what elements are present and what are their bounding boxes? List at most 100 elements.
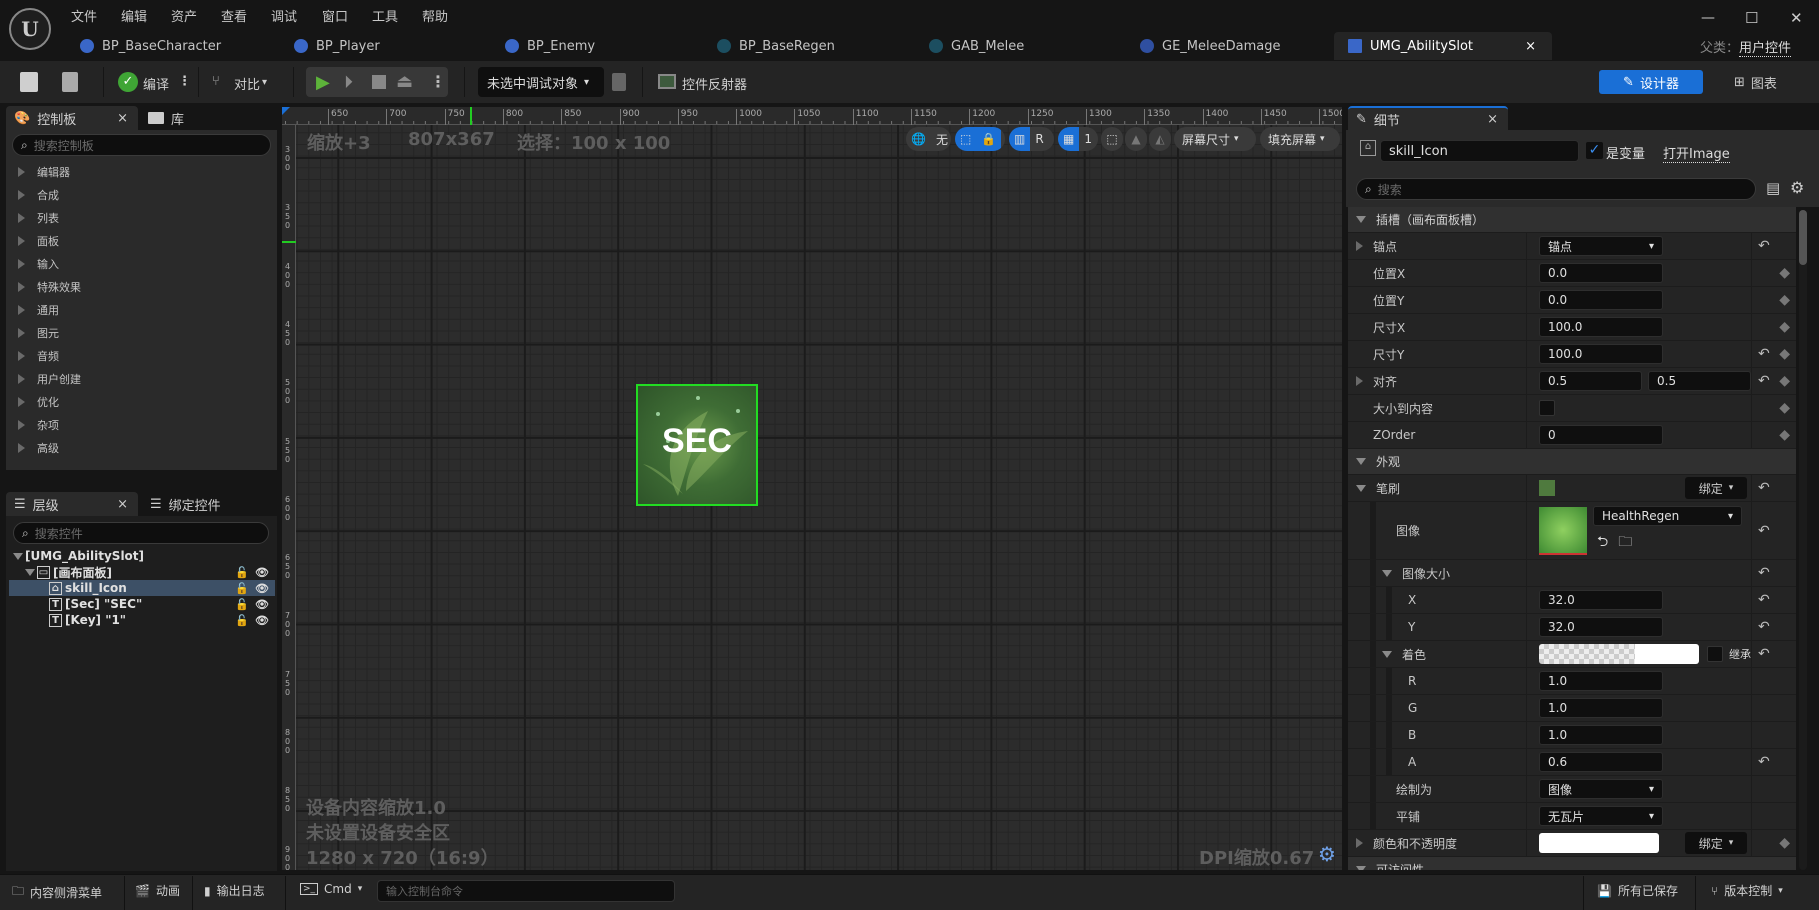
property-dropdown[interactable]: 无瓦片 ▾ — [1539, 806, 1663, 826]
image-view-button[interactable]: ▲ — [1125, 127, 1147, 151]
close-hierarchy-icon[interactable]: × — [117, 497, 128, 512]
hierarchy-row[interactable]: T [Sec] "SEC" 🔓 👁 — [9, 596, 275, 612]
eye-icon[interactable]: 👁 — [255, 614, 269, 627]
inherit-checkbox[interactable] — [1707, 646, 1723, 662]
console-command-input[interactable]: 输入控制台命令 — [377, 880, 675, 902]
property-input[interactable]: 0.0 — [1539, 263, 1663, 283]
color-opacity-swatch[interactable] — [1539, 833, 1659, 853]
keyframe-bind-icon[interactable]: ◆ — [1779, 373, 1790, 389]
eye-icon[interactable]: 👁 — [255, 582, 269, 595]
collapse-arrow-icon[interactable] — [1382, 650, 1392, 658]
binding-dropdown[interactable]: 绑定 ▾ — [1685, 477, 1747, 499]
keyframe-bind-icon[interactable]: ◆ — [1779, 292, 1790, 308]
step-icon[interactable]: ⏵ — [344, 72, 353, 93]
tab-bp_enemy[interactable]: BP_Enemy — [505, 32, 595, 60]
keyframe-bind-icon[interactable]: ◆ — [1779, 835, 1790, 851]
screen-size-dropdown[interactable]: 屏幕尺寸 ▾ — [1174, 127, 1256, 151]
hierarchy-row[interactable]: ▭ [画布面板] 🔓 👁 — [9, 564, 275, 580]
stop-icon[interactable] — [372, 75, 386, 89]
palette-category[interactable]: 图元 — [6, 321, 277, 344]
hierarchy-row[interactable]: ⌂ skill_Icon 🔓 👁 — [9, 580, 275, 596]
menu-edit[interactable]: 编辑 — [121, 6, 147, 25]
size-to-content-checkbox[interactable] — [1539, 400, 1555, 416]
reset-to-default-icon[interactable]: ↶ — [1758, 592, 1770, 608]
animation-button[interactable]: 🎬 动画 — [135, 882, 180, 899]
use-selected-asset-icon[interactable]: ⮌ — [1597, 531, 1608, 555]
lock-icon[interactable]: 🔓 — [235, 614, 249, 627]
maximize-button[interactable]: ☐ — [1745, 9, 1758, 27]
reset-to-default-icon[interactable]: ↶ — [1758, 346, 1770, 362]
compile-check-icon[interactable]: ✓ — [118, 72, 138, 92]
tab-bp_basecharacter[interactable]: BP_BaseCharacter — [80, 32, 221, 60]
skill-icon-widget[interactable]: SEC — [636, 384, 758, 506]
reset-to-default-icon[interactable]: ↶ — [1758, 619, 1770, 635]
palette-category[interactable]: 杂项 — [6, 413, 277, 436]
eye-icon[interactable]: 👁 — [255, 566, 269, 579]
property-input[interactable]: 0.5 — [1648, 371, 1751, 391]
expand-arrow-icon[interactable] — [1356, 838, 1363, 848]
palette-category[interactable]: 输入 — [6, 252, 277, 275]
diff-button[interactable]: 对比 — [234, 74, 260, 93]
keyframe-bind-icon[interactable]: ◆ — [1779, 265, 1790, 281]
eject-icon[interactable]: ⏏ — [396, 71, 413, 92]
reset-to-default-icon[interactable]: ↶ — [1758, 238, 1770, 254]
cmd-dropdown[interactable]: >_ Cmd ▾ — [300, 882, 362, 896]
menu-window[interactable]: 窗口 — [322, 6, 348, 25]
expand-arrow-icon[interactable] — [1356, 376, 1363, 386]
property-input[interactable]: 32.0 — [1539, 590, 1663, 610]
settings-gear-icon[interactable]: ⚙ — [1790, 178, 1804, 197]
lock-icon[interactable]: 🔓 — [235, 598, 249, 611]
collapse-arrow-icon[interactable] — [13, 552, 23, 560]
flip-button[interactable]: ◭ — [1149, 127, 1171, 151]
property-input[interactable]: 0.6 — [1539, 752, 1663, 772]
palette-category[interactable]: 特殊效果 — [6, 275, 277, 298]
dpi-settings-gear-icon[interactable]: ⚙ — [1318, 842, 1336, 866]
graph-button[interactable]: ⊞ 图表 — [1734, 70, 1777, 94]
property-input[interactable]: 1.0 — [1539, 725, 1663, 745]
property-input[interactable]: 1.0 — [1539, 698, 1663, 718]
scrollbar-thumb[interactable] — [1799, 210, 1807, 265]
keyframe-bind-icon[interactable]: ◆ — [1779, 427, 1790, 443]
save-icon[interactable] — [20, 72, 38, 92]
keyframe-bind-icon[interactable]: ◆ — [1779, 319, 1790, 335]
source-control-button[interactable]: ⑂ 版本控制 ▾ — [1711, 882, 1783, 899]
palette-category[interactable]: 面板 — [6, 229, 277, 252]
close-window-button[interactable]: ✕ — [1790, 9, 1803, 27]
menu-asset[interactable]: 资产 — [171, 6, 197, 25]
property-input[interactable]: 0.5 — [1539, 371, 1642, 391]
reset-to-default-icon[interactable]: ↶ — [1758, 565, 1770, 581]
menu-view[interactable]: 查看 — [221, 6, 247, 25]
open-image-link[interactable]: 打开Image — [1663, 143, 1730, 163]
menu-tools[interactable]: 工具 — [372, 6, 398, 25]
reset-to-default-icon[interactable]: ↶ — [1758, 373, 1770, 389]
property-input[interactable]: 0 — [1539, 425, 1663, 445]
palette-category[interactable]: 列表 — [6, 206, 277, 229]
fill-screen-dropdown[interactable]: 填充屏幕 ▾ — [1260, 127, 1340, 151]
palette-category[interactable]: 通用 — [6, 298, 277, 321]
lock-icon[interactable]: 🔓 — [235, 566, 249, 579]
details-scrollbar[interactable] — [1799, 210, 1807, 870]
reset-to-default-icon[interactable]: ↶ — [1758, 646, 1770, 662]
close-details-icon[interactable]: × — [1487, 112, 1498, 127]
tab-details[interactable]: ✎ 细节 × — [1348, 106, 1508, 130]
property-input[interactable]: 32.0 — [1539, 617, 1663, 637]
select-mode-button[interactable]: ⬚ — [1101, 127, 1123, 151]
tab-hierarchy[interactable]: ☰ 层级 × — [6, 492, 138, 516]
tint-color-swatch[interactable] — [1539, 644, 1699, 664]
palette-search-input[interactable]: ⌕ 搜索控制板 — [12, 134, 271, 156]
palette-category[interactable]: 合成 — [6, 183, 277, 206]
reset-to-default-icon[interactable]: ↶ — [1758, 754, 1770, 770]
tab-umg_abilityslot[interactable]: UMG_AbilitySlot × — [1334, 32, 1552, 60]
minimize-button[interactable]: — — [1701, 10, 1715, 26]
tab-bp_baseregen[interactable]: BP_BaseRegen — [717, 32, 835, 60]
collapse-arrow-icon[interactable] — [1356, 484, 1366, 492]
menu-debug[interactable]: 调试 — [271, 6, 297, 25]
property-dropdown[interactable]: HealthRegen ▾ — [1593, 506, 1742, 526]
debug-target-dropdown[interactable]: 未选中调试对象 ▾ — [478, 67, 604, 97]
details-section[interactable]: 可访问性 — [1348, 857, 1796, 870]
tab-library[interactable]: 库 — [140, 106, 184, 130]
designer-button[interactable]: ✎ 设计器 — [1599, 70, 1703, 94]
output-log-button[interactable]: ▮ 输出日志 — [204, 882, 265, 899]
property-input[interactable]: 0.0 — [1539, 290, 1663, 310]
tab-bind-widgets[interactable]: ☰ 绑定控件 — [142, 492, 221, 516]
